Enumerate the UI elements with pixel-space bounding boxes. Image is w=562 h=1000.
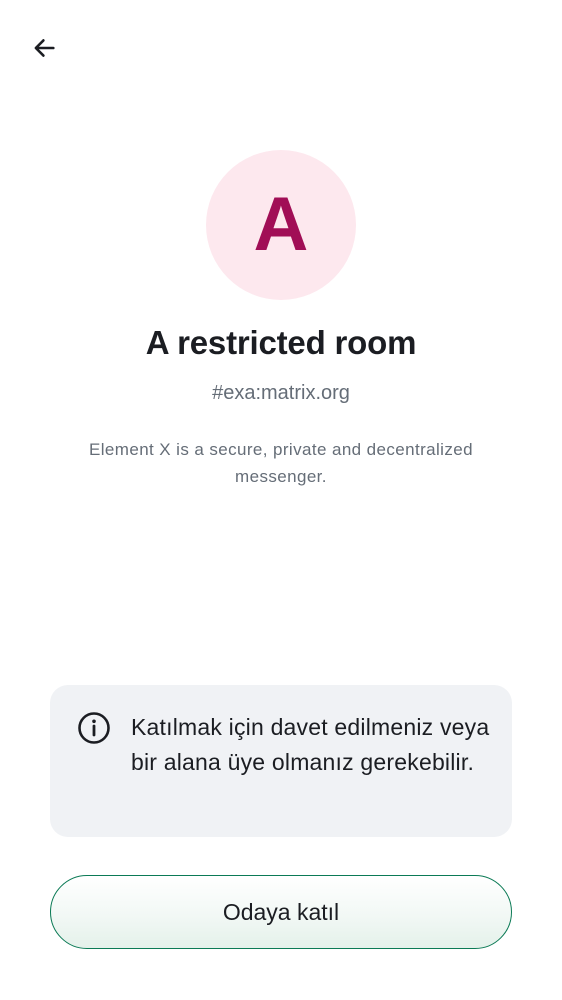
restriction-notice-card: Katılmak için davet edilmeniz veya bir a… — [50, 685, 512, 837]
room-alias: #exa:matrix.org — [212, 382, 350, 404]
room-avatar-letter: A — [253, 182, 309, 267]
join-room-label: Odaya katıl — [222, 898, 340, 925]
room-name: A restricted room — [145, 324, 417, 361]
back-button[interactable] — [24, 30, 64, 70]
join-room-button[interactable]: Odaya katıl — [50, 875, 512, 949]
room-topic: Element X is a secure, private and decen… — [89, 440, 473, 486]
room-avatar: A — [206, 150, 356, 300]
arrow-left-icon — [30, 34, 58, 67]
info-icon — [77, 711, 111, 745]
restriction-notice-text: Katılmak için davet edilmeniz veya bir a… — [131, 714, 490, 775]
